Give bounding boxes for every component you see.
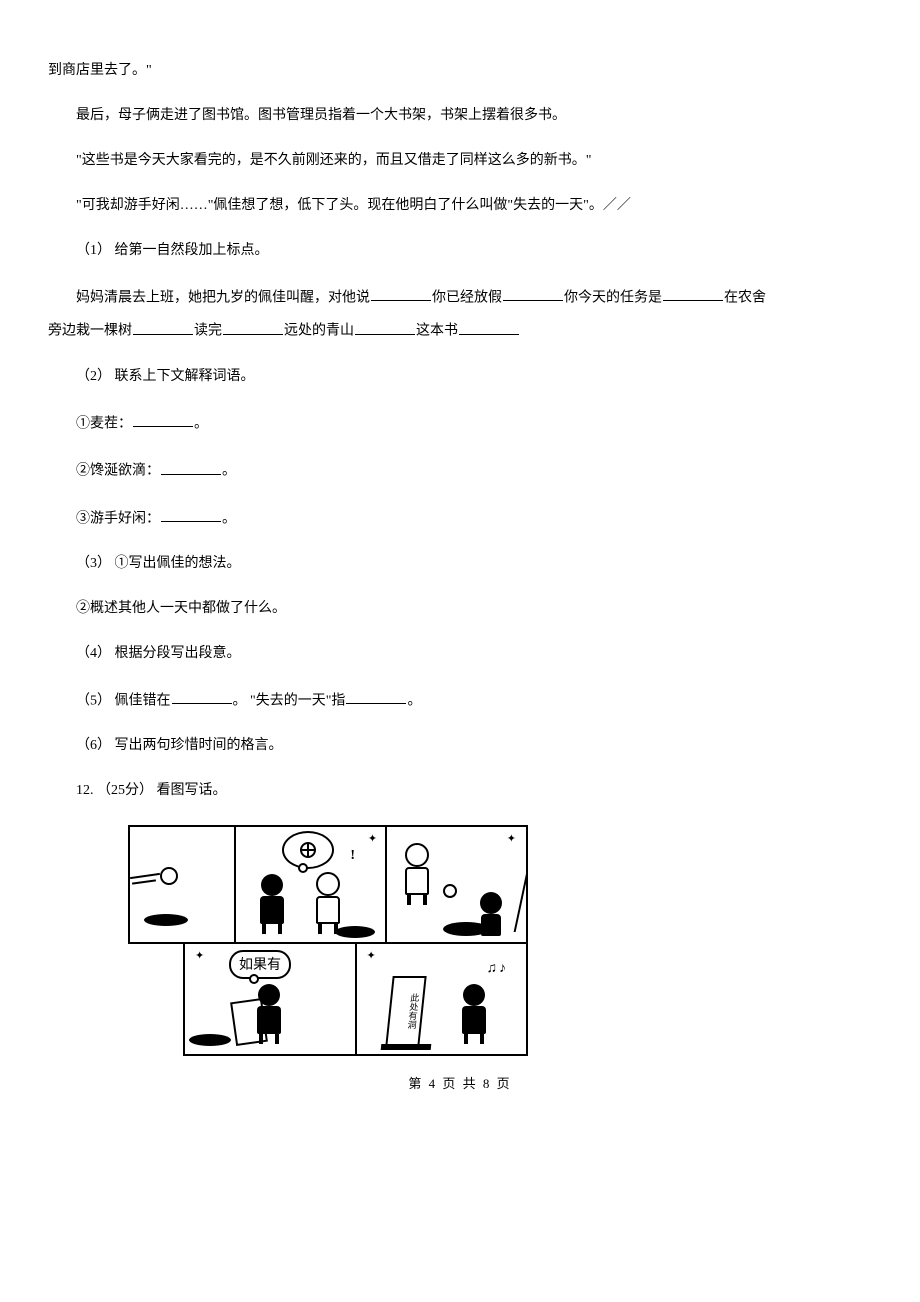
blank[interactable]	[663, 285, 723, 301]
question-2c: ③游手好闲： 。	[48, 506, 872, 529]
blank[interactable]	[371, 285, 431, 301]
question-5: （5） 佩佳错在 。 "失去的一天"指 。	[48, 688, 872, 711]
text: 你今天的任务是	[564, 290, 662, 305]
blank[interactable]	[223, 318, 283, 334]
text: ①麦茬：	[76, 416, 132, 431]
text: ②馋涎欲滴：	[76, 464, 160, 479]
blank[interactable]	[459, 318, 519, 334]
question-12: 12. （25分） 看图写话。	[48, 780, 872, 801]
page-footer: 第 4 页 共 8 页	[48, 1074, 872, 1094]
child-figure-icon	[405, 843, 429, 905]
text: 这本书	[416, 324, 458, 339]
child-figure-icon	[260, 874, 284, 934]
text: 。 "失去的一天"指	[233, 693, 346, 708]
child-figure-icon	[316, 872, 340, 934]
paragraph: "可我却游手好闲……"佩佳想了想，低下了头。现在他明白了什么叫做"失去的一天"。…	[48, 195, 872, 216]
blank[interactable]	[161, 458, 221, 474]
text: 旁边栽一棵树	[48, 324, 132, 339]
blank[interactable]	[133, 318, 193, 334]
comic-row-1: ✦ ! ✦	[128, 825, 528, 944]
comic-panel-3: ✦	[387, 825, 528, 944]
sparkle-icon: ✦	[367, 948, 376, 965]
text: 在农舍	[724, 290, 766, 305]
text: 。	[194, 416, 208, 431]
comic-panel-4: ✦ 如果有	[183, 944, 357, 1056]
comic-row-2: ✦ 如果有 ✦ 此处有洞 ♫♪	[128, 944, 528, 1056]
text: 妈妈清晨去上班，她把九岁的佩佳叫醒，对他说	[76, 290, 370, 305]
text: 。	[407, 693, 421, 708]
child-figure-icon	[257, 984, 281, 1044]
comic-strip: ✦ ! ✦	[128, 825, 528, 1056]
sparkle-icon: ✦	[368, 831, 377, 848]
thought-bubble: 如果有	[229, 950, 291, 979]
net-icon	[488, 872, 528, 932]
fill-blank-line1: 妈妈清晨去上班，她把九岁的佩佳叫醒，对他说 你已经放假 你今天的任务是 在农舍	[48, 285, 872, 308]
sparkle-icon: ✦	[195, 948, 204, 965]
hole-icon	[189, 1034, 231, 1046]
hole-icon	[335, 926, 375, 938]
sign-base-icon	[380, 1044, 431, 1050]
child-figure-icon	[462, 984, 486, 1044]
question-2b: ②馋涎欲滴： 。	[48, 458, 872, 481]
motion-line-icon	[132, 880, 156, 885]
blank[interactable]	[355, 318, 415, 334]
text: 读完	[194, 324, 222, 339]
paragraph: "这些书是今天大家看完的，是不久前刚还来的，而且又借走了同样这么多的新书。"	[48, 150, 872, 171]
question-1: （1） 给第一自然段加上标点。	[48, 240, 872, 261]
blank[interactable]	[172, 688, 232, 704]
music-notes-icon: ♫♪	[487, 958, 509, 979]
question-2: （2） 联系上下文解释词语。	[48, 366, 872, 387]
blank[interactable]	[161, 506, 221, 522]
question-3b: ②概述其他人一天中都做了什么。	[48, 598, 872, 619]
comic-panel-2: ✦ !	[236, 825, 387, 944]
question-3: （3） ①写出佩佳的想法。	[48, 553, 872, 574]
blank[interactable]	[133, 411, 193, 427]
ball-icon	[443, 884, 457, 898]
hole-icon	[144, 914, 188, 926]
paragraph-continuation: 到商店里去了。"	[48, 60, 872, 81]
text: 你已经放假	[432, 290, 502, 305]
question-4: （4） 根据分段写出段意。	[48, 643, 872, 664]
text: ③游手好闲：	[76, 511, 160, 526]
text: 。	[222, 464, 236, 479]
thought-bubble-icon	[282, 831, 334, 869]
comic-panel-5: ✦ 此处有洞 ♫♪	[357, 944, 529, 1056]
text: 远处的青山	[284, 324, 354, 339]
question-mark-icon: !	[350, 845, 355, 866]
ball-icon	[160, 867, 178, 885]
ball-icon	[300, 842, 316, 858]
question-2a: ①麦茬： 。	[48, 411, 872, 434]
blank[interactable]	[503, 285, 563, 301]
fill-blank-line2: 旁边栽一棵树 读完 远处的青山 这本书	[48, 318, 872, 341]
text: （5） 佩佳错在	[76, 693, 171, 708]
sparkle-icon: ✦	[507, 831, 516, 848]
text: 。	[222, 511, 236, 526]
blank[interactable]	[346, 688, 406, 704]
warning-sign: 此处有洞	[385, 976, 426, 1046]
comic-panel-1	[128, 825, 236, 944]
question-6: （6） 写出两句珍惜时间的格言。	[48, 735, 872, 756]
paragraph: 最后，母子俩走进了图书馆。图书管理员指着一个大书架，书架上摆着很多书。	[48, 105, 872, 126]
